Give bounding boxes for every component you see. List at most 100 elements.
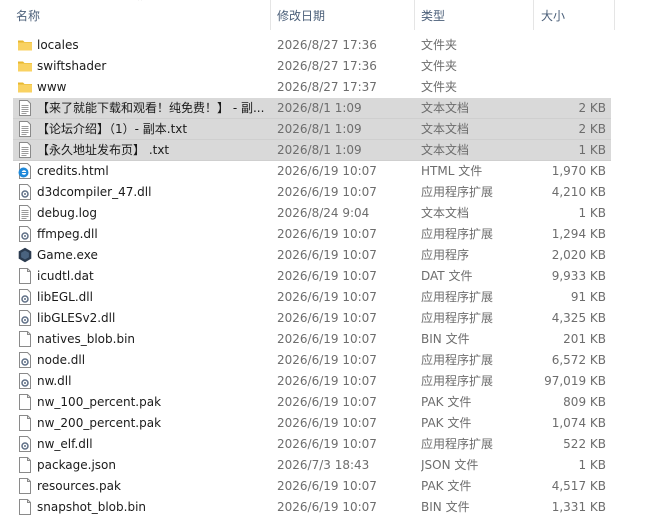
file-row[interactable]: locales 2026/8/27 17:36 文件夹 bbox=[0, 35, 670, 56]
file-size: 4,325 KB bbox=[551, 311, 606, 325]
file-name: node.dll bbox=[37, 353, 86, 367]
file-row[interactable]: libEGL.dll 2026/6/19 10:07 应用程序扩展 91 KB bbox=[0, 287, 670, 308]
file-row[interactable]: libGLESv2.dll 2026/6/19 10:07 应用程序扩展 4,325 … bbox=[0, 308, 670, 329]
blank-file-icon bbox=[17, 457, 33, 473]
dll-gear-icon bbox=[17, 436, 33, 452]
file-date: 2026/8/27 17:36 bbox=[277, 38, 377, 52]
blank-file-icon bbox=[17, 415, 33, 431]
file-row[interactable]: 【论坛介绍】（1）- 副本.txt 2026/8/1 1:09 文本文档 2 KB bbox=[0, 119, 670, 140]
file-size bbox=[520, 77, 606, 98]
file-row[interactable]: 【来了就能下载和观看！纯免费！】 - 副... 2026/8/1 1:09 文本文档… bbox=[0, 98, 670, 119]
file-row[interactable]: nw_200_percent.pak 2026/6/19 10:07 PAK 文件 1… bbox=[0, 413, 670, 434]
file-size: 1,294 KB bbox=[551, 227, 606, 241]
file-size: 1,074 KB bbox=[551, 416, 606, 430]
file-row[interactable]: node.dll 2026/6/19 10:07 应用程序扩展 6,572 KB bbox=[0, 350, 670, 371]
sort-ascending-icon: ⌃ bbox=[136, 0, 145, 8]
file-date: 2026/8/1 1:09 bbox=[277, 143, 362, 157]
file-date: 2026/6/19 10:07 bbox=[277, 311, 377, 325]
file-row[interactable]: debug.log 2026/8/24 9:04 文本文档 1 KB bbox=[0, 203, 670, 224]
file-name: 【来了就能下载和观看！纯免费！】 - 副... bbox=[37, 101, 265, 115]
file-name: resources.pak bbox=[37, 479, 121, 493]
column-divider[interactable] bbox=[614, 0, 615, 30]
file-row[interactable]: swiftshader 2026/8/27 17:36 文件夹 bbox=[0, 56, 670, 77]
nwjs-app-icon bbox=[17, 247, 33, 263]
file-row[interactable]: ffmpeg.dll 2026/6/19 10:07 应用程序扩展 1,294 KB bbox=[0, 224, 670, 245]
file-date: 2026/6/19 10:07 bbox=[277, 269, 377, 283]
file-name: Game.exe bbox=[37, 248, 98, 262]
file-size: 2 KB bbox=[578, 101, 606, 115]
column-divider[interactable] bbox=[533, 0, 534, 30]
file-row[interactable]: 【永久地址发布页】 .txt 2026/8/1 1:09 文本文档 1 KB bbox=[0, 140, 670, 161]
file-size: 1 KB bbox=[578, 206, 606, 220]
file-name: swiftshader bbox=[37, 59, 107, 73]
column-header-type[interactable]: 类型 bbox=[421, 0, 445, 32]
file-name: ffmpeg.dll bbox=[37, 227, 98, 241]
file-date: 2026/6/19 10:07 bbox=[277, 353, 377, 367]
file-size: 9,933 KB bbox=[551, 269, 606, 283]
file-name: www bbox=[37, 80, 67, 94]
file-size: 91 KB bbox=[570, 290, 606, 304]
file-row[interactable]: natives_blob.bin 2026/6/19 10:07 BIN 文件 201… bbox=[0, 329, 670, 350]
file-name: 【论坛介绍】（1）- 副本.txt bbox=[37, 122, 188, 136]
file-row[interactable]: package.json 2026/7/3 18:43 JSON 文件 1 KB bbox=[0, 455, 670, 476]
file-row[interactable]: nw.dll 2026/6/19 10:07 应用程序扩展 97,019 KB bbox=[0, 371, 670, 392]
folder-icon bbox=[17, 58, 33, 74]
file-name: nw_100_percent.pak bbox=[37, 395, 162, 409]
text-file-icon bbox=[17, 100, 33, 116]
file-date: 2026/8/1 1:09 bbox=[277, 101, 362, 115]
file-name: nw.dll bbox=[37, 374, 72, 388]
file-size: 6,572 KB bbox=[551, 353, 606, 367]
file-name: debug.log bbox=[37, 206, 97, 220]
column-divider[interactable] bbox=[414, 0, 415, 30]
text-file-icon bbox=[17, 142, 33, 158]
file-size: 522 KB bbox=[563, 437, 606, 451]
file-date: 2026/6/19 10:07 bbox=[277, 227, 377, 241]
file-row[interactable]: www 2026/8/27 17:37 文件夹 bbox=[0, 77, 670, 98]
file-date: 2026/7/3 18:43 bbox=[277, 458, 370, 472]
file-date: 2026/6/19 10:07 bbox=[277, 416, 377, 430]
dll-gear-icon bbox=[17, 373, 33, 389]
blank-file-icon bbox=[17, 268, 33, 284]
file-date: 2026/6/19 10:07 bbox=[277, 164, 377, 178]
file-date: 2026/6/19 10:07 bbox=[277, 500, 377, 514]
file-name: snapshot_blob.bin bbox=[37, 500, 147, 514]
column-divider[interactable] bbox=[270, 0, 271, 30]
folder-icon bbox=[17, 37, 33, 53]
column-header-name[interactable]: 名称 bbox=[16, 0, 40, 32]
file-size bbox=[520, 56, 606, 77]
file-size: 809 KB bbox=[563, 395, 606, 409]
file-size: 97,019 KB bbox=[544, 374, 606, 388]
file-size bbox=[520, 35, 606, 56]
file-row[interactable]: d3dcompiler_47.dll 2026/6/19 10:07 应用程序扩展 4… bbox=[0, 182, 670, 203]
file-size: 4,517 KB bbox=[551, 479, 606, 493]
file-row[interactable]: snapshot_blob.bin 2026/6/19 10:07 BIN 文件 1,… bbox=[0, 497, 670, 518]
dll-gear-icon bbox=[17, 352, 33, 368]
blank-file-icon bbox=[17, 394, 33, 410]
file-size: 2 KB bbox=[578, 122, 606, 136]
file-name: locales bbox=[37, 38, 79, 52]
file-row[interactable]: credits.html 2026/6/19 10:07 HTML 文件 1,970 … bbox=[0, 161, 670, 182]
column-header-date[interactable]: 修改日期 bbox=[277, 0, 325, 32]
dll-gear-icon bbox=[17, 289, 33, 305]
file-name: credits.html bbox=[37, 164, 109, 178]
file-row[interactable]: nw_100_percent.pak 2026/6/19 10:07 PAK 文件 8… bbox=[0, 392, 670, 413]
file-name: nw_elf.dll bbox=[37, 437, 93, 451]
file-size: 1 KB bbox=[578, 458, 606, 472]
column-header-size[interactable]: 大小 bbox=[541, 0, 565, 32]
file-name: d3dcompiler_47.dll bbox=[37, 185, 152, 199]
file-name: natives_blob.bin bbox=[37, 332, 136, 346]
file-date: 2026/6/19 10:07 bbox=[277, 248, 377, 262]
file-row[interactable]: nw_elf.dll 2026/6/19 10:07 应用程序扩展 522 KB bbox=[0, 434, 670, 455]
text-file-icon bbox=[17, 121, 33, 137]
dll-gear-icon bbox=[17, 184, 33, 200]
file-name: icudtl.dat bbox=[37, 269, 94, 283]
file-size: 201 KB bbox=[563, 332, 606, 346]
blank-file-icon bbox=[17, 499, 33, 515]
file-date: 2026/8/1 1:09 bbox=[277, 122, 362, 136]
file-row[interactable]: icudtl.dat 2026/6/19 10:07 DAT 文件 9,933 KB bbox=[0, 266, 670, 287]
dll-gear-icon bbox=[17, 310, 33, 326]
file-size: 1,331 KB bbox=[551, 500, 606, 514]
column-header-bar: ⌃ 名称 修改日期 类型 大小 bbox=[0, 0, 670, 32]
file-row[interactable]: Game.exe 2026/6/19 10:07 应用程序 2,020 KB bbox=[0, 245, 670, 266]
file-row[interactable]: resources.pak 2026/6/19 10:07 PAK 文件 4,517 … bbox=[0, 476, 670, 497]
